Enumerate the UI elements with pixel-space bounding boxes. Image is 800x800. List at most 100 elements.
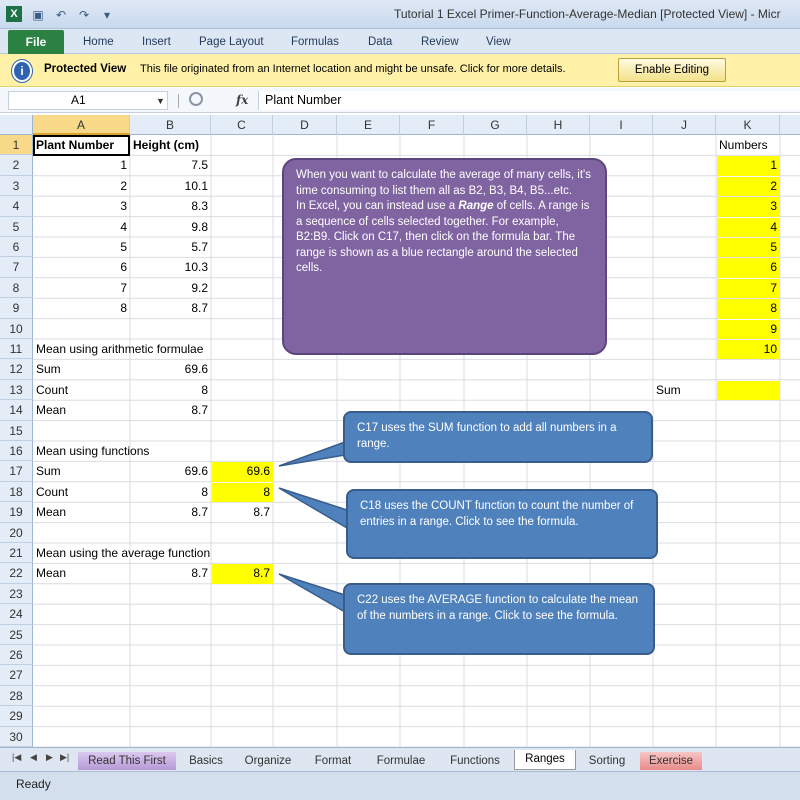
tab-insert[interactable]: Insert <box>142 33 171 51</box>
name-box-dropdown-icon[interactable]: ▼ <box>156 96 165 106</box>
cell-b7[interactable]: 10.3 <box>130 257 211 277</box>
column-header-i[interactable]: I <box>590 115 653 135</box>
insert-function-icon[interactable]: fx <box>236 93 248 107</box>
tab-home[interactable]: Home <box>83 33 114 51</box>
row-header-4[interactable]: 4 <box>0 196 33 217</box>
cell-a21[interactable]: Mean using the average function <box>33 543 213 563</box>
cell-b12[interactable]: 69.6 <box>130 359 211 379</box>
cell-b8[interactable]: 9.2 <box>130 278 211 298</box>
cell-a5[interactable]: 4 <box>33 217 130 237</box>
tab-view[interactable]: View <box>486 33 511 51</box>
sheet-tab-formulae[interactable]: Formulae <box>367 752 435 770</box>
cell-c22[interactable]: 8.7 <box>211 563 273 583</box>
next-sheet-icon[interactable]: ▶ <box>46 752 53 763</box>
row-header-23[interactable]: 23 <box>0 583 33 605</box>
row-header-8[interactable]: 8 <box>0 277 33 299</box>
cell-k8[interactable]: 7 <box>716 278 780 298</box>
sheet-tab-functions[interactable]: Functions <box>440 752 510 770</box>
row-header-30[interactable]: 30 <box>0 726 33 747</box>
cell-k4[interactable]: 3 <box>716 196 780 216</box>
row-header-5[interactable]: 5 <box>0 216 33 237</box>
row-header-9[interactable]: 9 <box>0 298 33 319</box>
redo-icon[interactable]: ↷ <box>76 7 92 23</box>
row-header-26[interactable]: 26 <box>0 645 33 666</box>
cell-a17[interactable]: Sum <box>33 461 64 481</box>
row-header-20[interactable]: 20 <box>0 522 33 543</box>
protected-view-message[interactable]: This file originated from an Internet lo… <box>140 63 566 75</box>
row-header-17[interactable]: 17 <box>0 461 33 482</box>
sheet-tab-sorting[interactable]: Sorting <box>580 752 634 770</box>
cell-k6[interactable]: 5 <box>716 237 780 257</box>
cell-k2[interactable]: 1 <box>716 155 780 175</box>
cell-a9[interactable]: 8 <box>33 298 130 318</box>
sheet-tab-read-this-first[interactable]: Read This First <box>78 752 176 770</box>
row-header-11[interactable]: 11 <box>0 339 33 360</box>
column-header-j[interactable]: J <box>653 115 716 135</box>
sheet-tab-organize[interactable]: Organize <box>236 752 300 770</box>
sheet-tab-format[interactable]: Format <box>304 752 362 770</box>
cell-a18[interactable]: Count <box>33 482 71 502</box>
row-header-21[interactable]: 21 <box>0 543 33 564</box>
cell-b13[interactable]: 8 <box>130 380 211 400</box>
prev-sheet-icon[interactable]: ◀ <box>30 752 37 763</box>
formula-input[interactable]: Plant Number <box>258 91 800 110</box>
row-header-29[interactable]: 29 <box>0 706 33 727</box>
column-header-f[interactable]: F <box>400 115 464 135</box>
column-header-a[interactable]: A <box>33 115 130 135</box>
tab-page-layout[interactable]: Page Layout <box>199 33 264 51</box>
tab-file[interactable]: File <box>8 30 64 54</box>
tab-formulas[interactable]: Formulas <box>291 33 339 51</box>
cell-a7[interactable]: 6 <box>33 257 130 277</box>
cell-b22[interactable]: 8.7 <box>130 563 211 583</box>
cell-k9[interactable]: 8 <box>716 298 780 318</box>
sheet-tab-exercise[interactable]: Exercise <box>640 752 702 770</box>
undo-icon[interactable]: ↶ <box>53 7 69 23</box>
cell-b1[interactable]: Height (cm) <box>130 135 202 155</box>
cell-a3[interactable]: 2 <box>33 176 130 196</box>
row-header-6[interactable]: 6 <box>0 237 33 258</box>
cell-a22[interactable]: Mean <box>33 563 69 583</box>
column-header-c[interactable]: C <box>211 115 273 135</box>
tab-review[interactable]: Review <box>421 33 459 51</box>
row-header-1[interactable]: 1 <box>0 135 33 156</box>
cell-a12[interactable]: Sum <box>33 359 64 379</box>
column-header-g[interactable]: G <box>464 115 527 135</box>
row-header-28[interactable]: 28 <box>0 685 33 707</box>
cell-b6[interactable]: 5.7 <box>130 237 211 257</box>
row-header-16[interactable]: 16 <box>0 441 33 462</box>
row-header-10[interactable]: 10 <box>0 318 33 339</box>
cell-j13[interactable]: Sum <box>653 380 684 400</box>
column-header-e[interactable]: E <box>337 115 400 135</box>
row-header-7[interactable]: 7 <box>0 257 33 278</box>
cell-a16[interactable]: Mean using functions <box>33 441 152 461</box>
row-header-3[interactable]: 3 <box>0 175 33 197</box>
name-box[interactable]: A1 <box>8 91 168 110</box>
row-header-18[interactable]: 18 <box>0 481 33 503</box>
sheet-tab-basics[interactable]: Basics <box>182 752 230 770</box>
cell-b9[interactable]: 8.7 <box>130 298 211 318</box>
cell-a6[interactable]: 5 <box>33 237 130 257</box>
cell-b18[interactable]: 8 <box>130 482 211 502</box>
select-all-corner[interactable] <box>0 115 33 135</box>
cell-a11[interactable]: Mean using arithmetic formulae <box>33 339 206 359</box>
cell-a19[interactable]: Mean <box>33 502 69 522</box>
row-header-25[interactable]: 25 <box>0 624 33 645</box>
row-header-22[interactable]: 22 <box>0 563 33 584</box>
excel-icon[interactable]: X <box>6 6 22 22</box>
cell-b14[interactable]: 8.7 <box>130 400 211 420</box>
row-header-13[interactable]: 13 <box>0 379 33 401</box>
cell-k3[interactable]: 2 <box>716 176 780 196</box>
tab-data[interactable]: Data <box>368 33 392 51</box>
row-header-14[interactable]: 14 <box>0 400 33 421</box>
cell-k5[interactable]: 4 <box>716 217 780 237</box>
cell-b5[interactable]: 9.8 <box>130 217 211 237</box>
save-icon[interactable]: ▣ <box>30 7 46 23</box>
cell-k10[interactable]: 9 <box>716 319 780 339</box>
row-header-15[interactable]: 15 <box>0 420 33 441</box>
column-header-b[interactable]: B <box>130 115 211 135</box>
cell-b17[interactable]: 69.6 <box>130 461 211 481</box>
cell-a14[interactable]: Mean <box>33 400 69 420</box>
row-header-27[interactable]: 27 <box>0 665 33 686</box>
cell-k1[interactable]: Numbers <box>716 135 771 155</box>
row-header-19[interactable]: 19 <box>0 502 33 523</box>
